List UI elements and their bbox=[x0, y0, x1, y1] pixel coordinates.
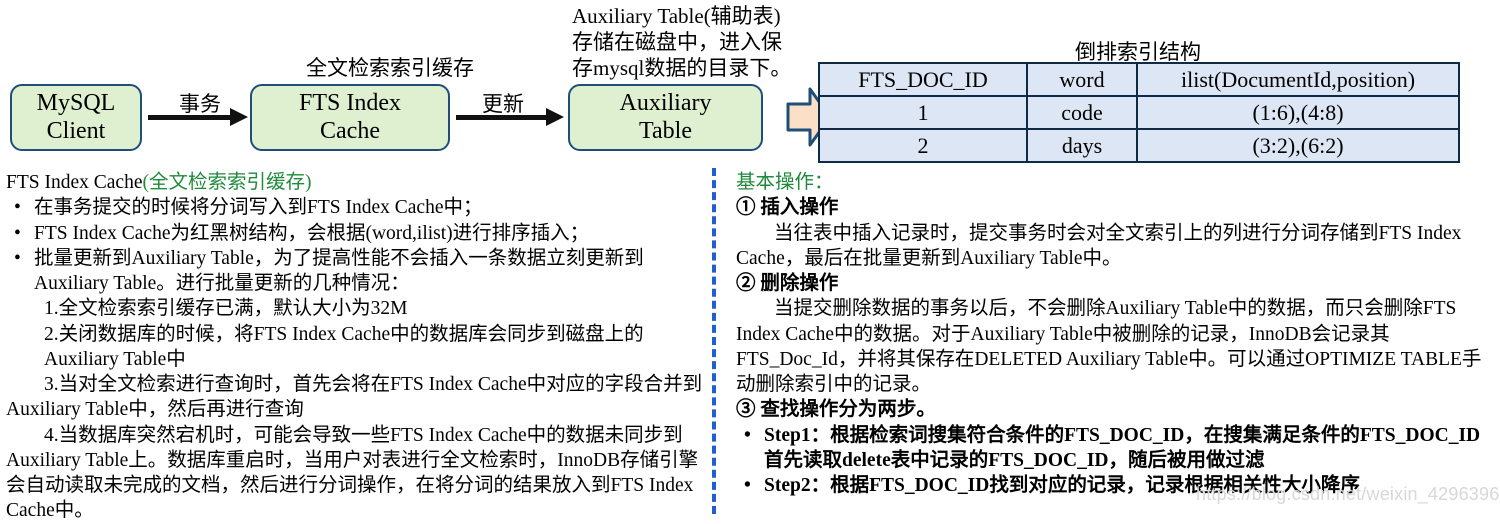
left-text-column: FTS Index Cache(全文检索索引缓存) 在事务提交的时候将分词写入到… bbox=[6, 170, 706, 524]
right-section-title-insert: ① 插入操作 bbox=[736, 197, 839, 219]
list-item: 在事务提交的时候将分词写入到FTS Index Cache中； bbox=[6, 195, 706, 221]
flow-box-auxiliary-table-line2: Table bbox=[639, 117, 692, 144]
flow-box-fts-index-cache-line1: FTS Index bbox=[299, 89, 401, 116]
arrow-line-2 bbox=[456, 115, 548, 120]
column-header-ilist: ilist(DocumentId,position) bbox=[1136, 62, 1460, 97]
list-item: Step1：根据检索词搜集符合条件的FTS_DOC_ID，在搜集满足条件的FTS… bbox=[736, 423, 1496, 474]
flow-box-fts-index-cache-line2: Cache bbox=[320, 117, 380, 144]
right-section-title-find: ③ 查找操作分为两步。 bbox=[736, 399, 936, 421]
arrow-head-1-icon bbox=[230, 108, 248, 126]
column-header-word: word bbox=[1026, 62, 1138, 97]
cell-fts-doc-id: 2 bbox=[818, 128, 1028, 163]
inverted-index-table: FTS_DOC_ID word ilist(DocumentId,positio… bbox=[818, 62, 1460, 163]
flow-box-mysql-client: MySQL Client bbox=[10, 84, 142, 151]
left-column-bullet-list: 在事务提交的时候将分词写入到FTS Index Cache中； FTS Inde… bbox=[6, 195, 706, 296]
arrow-label-update: 更新 bbox=[482, 92, 524, 116]
left-column-numbered-item-1: 1.全文检索索引缓存已满，默认大小为32M bbox=[44, 298, 408, 320]
column-header-fts-doc-id: FTS_DOC_ID bbox=[818, 62, 1028, 97]
flow-box-fts-index-cache: FTS Index Cache bbox=[250, 84, 450, 151]
left-column-heading-cn: (全文检索索引缓存) bbox=[142, 172, 312, 193]
watermark: https://blog.csdn.net/weixin_42963969 bbox=[1196, 484, 1500, 504]
vertical-dashed-divider bbox=[712, 168, 716, 514]
fts-cache-caption: 全文检索索引缓存 bbox=[306, 56, 474, 80]
flow-box-auxiliary-table-line1: Auxiliary bbox=[619, 89, 712, 116]
right-section-body-delete: 当提交删除数据的事务以后，不会删除Auxiliary Table中的数据，而只会… bbox=[736, 298, 1482, 395]
arrow-line-1 bbox=[148, 115, 232, 120]
cell-ilist: (1:6),(4:8) bbox=[1136, 95, 1460, 130]
auxiliary-table-caption: Auxiliary Table(辅助表) 存储在磁盘中，进入保 存mysql数据… bbox=[572, 4, 792, 80]
right-section-body-insert: 当往表中插入记录时，提交事务时会对全文索引上的列进行分词存储到FTS Index… bbox=[736, 222, 1462, 269]
table-header-row: FTS_DOC_ID word ilist(DocumentId,positio… bbox=[818, 62, 1460, 97]
right-text-column: 基本操作： ① 插入操作 当往表中插入记录时，提交事务时会对全文索引上的列进行分… bbox=[736, 170, 1496, 499]
list-item: FTS Index Cache为红黑树结构，会根据(word,ilist)进行排… bbox=[6, 221, 706, 247]
left-column-numbered-item-3: 3.当对全文检索进行查询时，首先会将在FTS Index Cache中对应的字段… bbox=[6, 374, 703, 421]
left-column-heading-en: FTS Index Cache bbox=[6, 172, 143, 193]
flow-box-mysql-client-line1: MySQL bbox=[36, 89, 116, 116]
cell-fts-doc-id: 1 bbox=[818, 95, 1028, 130]
table-row: 2 days (3:2),(6:2) bbox=[818, 128, 1460, 163]
left-column-heading: FTS Index Cache(全文检索索引缓存) bbox=[6, 170, 706, 195]
arrow-label-transaction: 事务 bbox=[179, 92, 221, 116]
cell-word: code bbox=[1026, 95, 1138, 130]
arrow-head-2-icon bbox=[546, 108, 564, 126]
flow-box-mysql-client-line2: Client bbox=[46, 117, 106, 144]
flow-box-auxiliary-table: Auxiliary Table bbox=[568, 84, 763, 151]
left-column-numbered-item-4: 4.当数据库突然宕机时，可能会导致一些FTS Index Cache中的数据未同… bbox=[6, 424, 699, 522]
table-row: 1 code (1:6),(4:8) bbox=[818, 95, 1460, 130]
right-column-heading: 基本操作： bbox=[736, 172, 834, 193]
left-column-numbered-item-2: 2.关闭数据库的时候，将FTS Index Cache中的数据库会同步到磁盘上的… bbox=[44, 323, 644, 370]
cell-ilist: (3:2),(6:2) bbox=[1136, 128, 1460, 163]
right-section-title-delete: ② 删除操作 bbox=[736, 273, 839, 294]
cell-word: days bbox=[1026, 128, 1138, 163]
list-item: 批量更新到Auxiliary Table，为了提高性能不会插入一条数据立刻更新到… bbox=[6, 246, 706, 297]
